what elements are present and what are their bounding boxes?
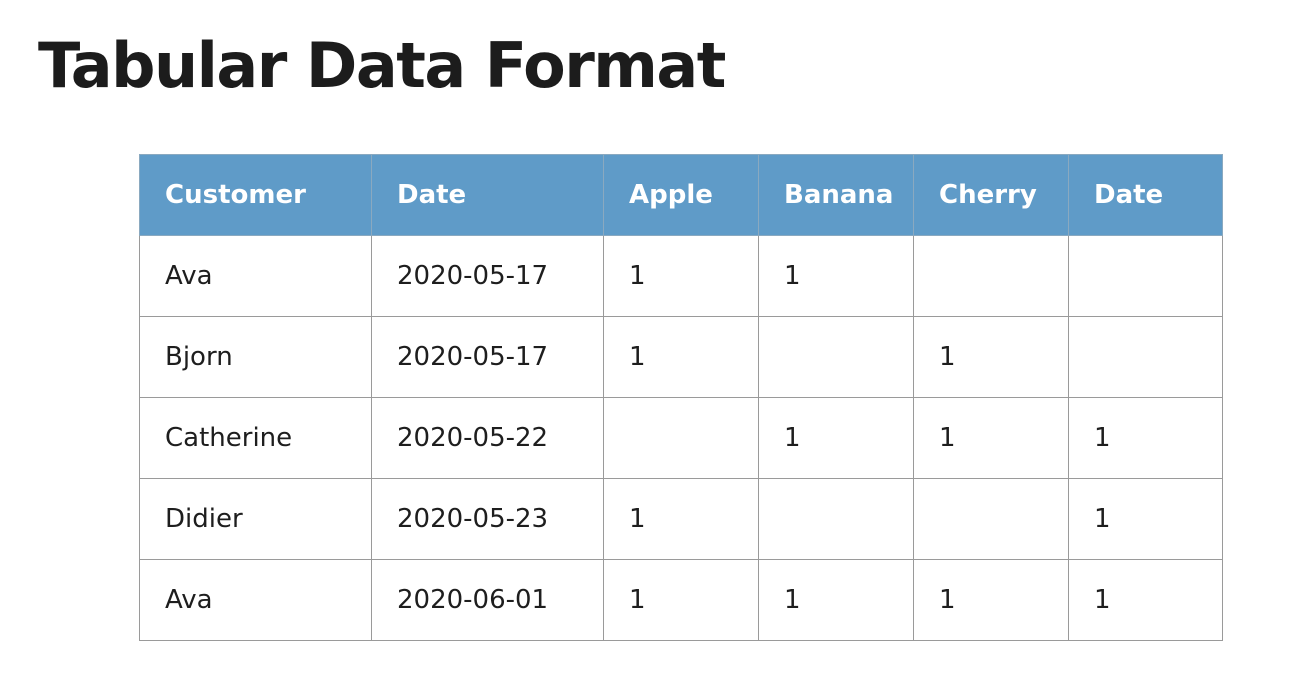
cell-banana: 1 [758,235,914,317]
table-row: Ava 2020-05-17 1 1 [139,235,1223,317]
cell-date: 2020-06-01 [371,559,604,641]
cell-customer: Ava [139,559,372,641]
cell-date-fruit: 1 [1068,478,1223,560]
table-row: Ava 2020-06-01 1 1 1 1 [139,559,1223,641]
cell-banana [758,316,914,398]
cell-cherry [913,478,1069,560]
cell-date: 2020-05-17 [371,235,604,317]
table-container: Customer Date Apple Banana Cherry Date A… [139,154,1223,641]
cell-banana: 1 [758,559,914,641]
column-header-apple: Apple [603,154,759,236]
cell-customer: Ava [139,235,372,317]
cell-date: 2020-05-22 [371,397,604,479]
column-header-date-fruit: Date [1068,154,1223,236]
cell-banana [758,478,914,560]
cell-banana: 1 [758,397,914,479]
cell-date: 2020-05-17 [371,316,604,398]
cell-date-fruit: 1 [1068,559,1223,641]
cell-date: 2020-05-23 [371,478,604,560]
cell-apple: 1 [603,316,759,398]
table-row: Bjorn 2020-05-17 1 1 [139,316,1223,398]
cell-date-fruit [1068,316,1223,398]
cell-date-fruit: 1 [1068,397,1223,479]
column-header-customer: Customer [139,154,372,236]
cell-customer: Catherine [139,397,372,479]
cell-cherry [913,235,1069,317]
column-header-date: Date [371,154,604,236]
cell-apple: 1 [603,235,759,317]
table-header-row: Customer Date Apple Banana Cherry Date [139,154,1223,236]
cell-customer: Bjorn [139,316,372,398]
table-row: Didier 2020-05-23 1 1 [139,478,1223,560]
cell-cherry: 1 [913,397,1069,479]
cell-cherry: 1 [913,316,1069,398]
cell-customer: Didier [139,478,372,560]
cell-apple [603,397,759,479]
cell-date-fruit [1068,235,1223,317]
cell-apple: 1 [603,559,759,641]
table-row: Catherine 2020-05-22 1 1 1 [139,397,1223,479]
data-table: Customer Date Apple Banana Cherry Date A… [139,154,1223,641]
cell-apple: 1 [603,478,759,560]
column-header-cherry: Cherry [913,154,1069,236]
column-header-banana: Banana [758,154,914,236]
slide-title: Tabular Data Format [38,29,726,102]
cell-cherry: 1 [913,559,1069,641]
